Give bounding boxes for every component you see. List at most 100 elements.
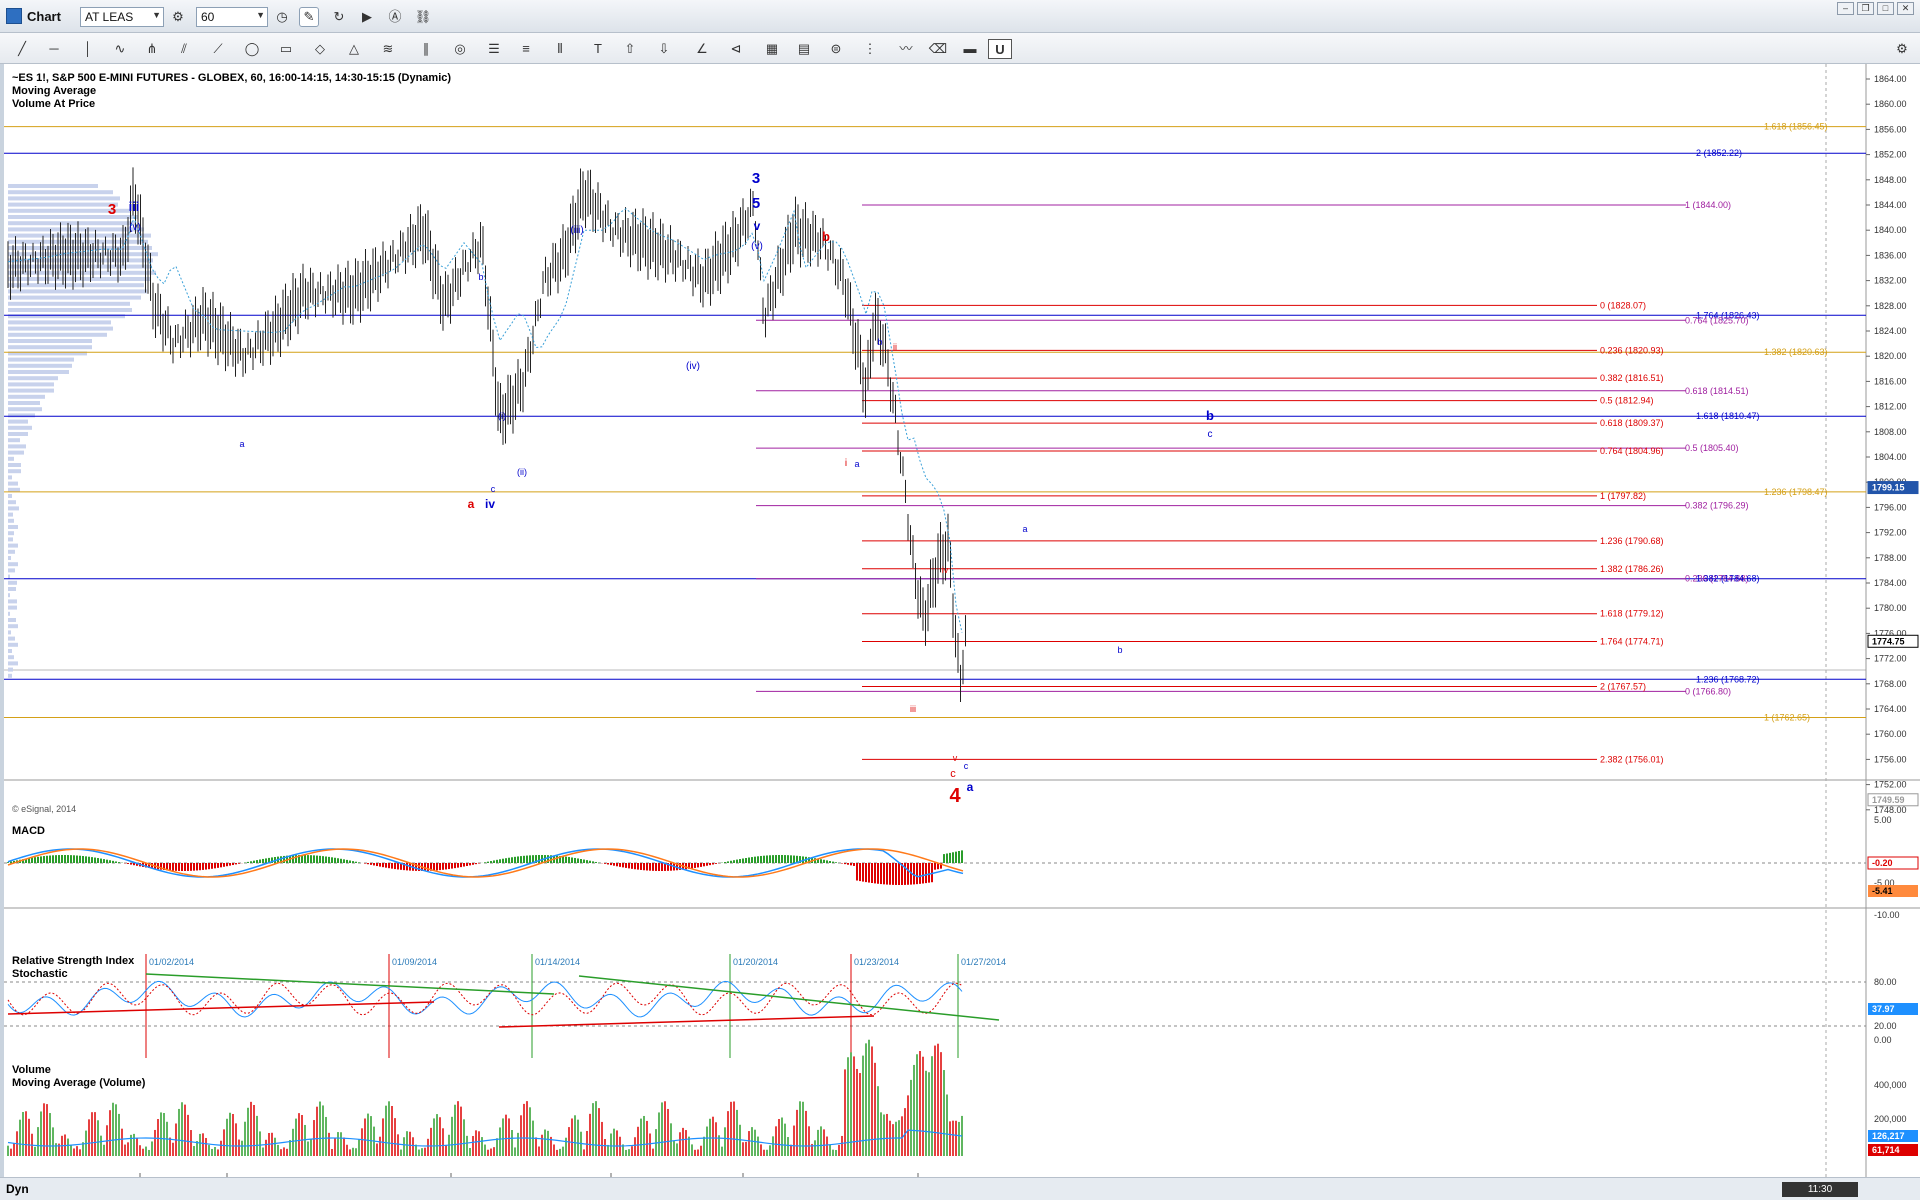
pitchfork-tool-icon[interactable]: ⋔: [140, 39, 164, 59]
arrow-up-tool-icon[interactable]: ⇧: [618, 39, 642, 59]
status-bar: Dyn 11:30 02/21/2014: [0, 1177, 1920, 1200]
refresh-icon[interactable]: ↻: [329, 7, 349, 27]
close-icon[interactable]: ✕: [1897, 2, 1914, 15]
minimize-icon[interactable]: –: [1837, 2, 1854, 15]
fib-label: 0 (1766.80): [1685, 686, 1731, 696]
eraser-icon[interactable]: ⌫: [926, 39, 950, 59]
chart-canvas[interactable]: 1864.00 1860.00 1856.00 1852.00 1848.00 1844.…: [4, 64, 1920, 1177]
price-axis-label: 1748.00: [1874, 805, 1907, 815]
trendline-tool-icon[interactable]: ╱: [10, 39, 34, 59]
volume-at-price-bar: [8, 376, 58, 381]
volume-at-price-bar: [8, 587, 16, 591]
triangle-tool-icon[interactable]: △: [342, 39, 366, 59]
time-cycles-tool-icon[interactable]: ⦀: [548, 39, 572, 59]
bars-pattern-tool-icon[interactable]: ⋮: [858, 39, 882, 59]
volume-at-price-bar: [8, 382, 54, 387]
chevron-down-icon[interactable]: ▼: [256, 10, 265, 20]
volume-title-1: Volume: [12, 1064, 51, 1076]
play-icon[interactable]: ▶: [357, 7, 377, 27]
restore-icon[interactable]: ❐: [1857, 2, 1874, 15]
wave-label: a: [967, 780, 974, 794]
fib-label: 0.764 (1804.96): [1600, 446, 1664, 456]
elliott-wave-tool-icon[interactable]: ∿: [108, 39, 132, 59]
volume-at-price-bar: [8, 357, 74, 362]
price-axis-label: 1828.00: [1874, 301, 1907, 311]
symbol-input[interactable]: AT LEAS ▼: [80, 7, 164, 27]
rsi-date-label: 01/09/2014: [392, 957, 437, 967]
diamond-tool-icon[interactable]: ◇: [308, 39, 332, 59]
volume-at-price-bar: [8, 624, 18, 629]
rsi-date-label: 01/27/2014: [961, 957, 1006, 967]
fan-tool-icon[interactable]: ⟋: [206, 39, 230, 59]
rsi-trendline: [578, 975, 1000, 1021]
wave-pattern-tool-icon[interactable]: 〰: [894, 39, 918, 59]
rsi-axis-label: 80.00: [1874, 977, 1897, 987]
volume-at-price-bar: [8, 345, 92, 350]
text-tool-icon[interactable]: T: [586, 39, 610, 59]
ellipse-tool-icon[interactable]: ◯: [240, 39, 264, 59]
wave-label: a: [239, 439, 244, 449]
arrow-down-tool-icon[interactable]: ⇩: [652, 39, 676, 59]
fib-label: 0 (1828.07): [1600, 300, 1646, 310]
volume-at-price-bar: [8, 512, 13, 517]
grid-tool-icon[interactable]: ▦: [760, 39, 784, 59]
comment-icon[interactable]: ▬: [958, 39, 982, 59]
volume-axis-label: 400,000: [1874, 1080, 1907, 1090]
fib-label: 1.236 (1768.72): [1696, 674, 1760, 684]
magnet-icon[interactable]: U: [988, 39, 1012, 59]
chart-area[interactable]: 1864.00 1860.00 1856.00 1852.00 1848.00 1844.…: [0, 64, 1920, 1200]
rsi-title: Relative Strength Index Stochastic: [12, 955, 134, 981]
volume-at-price-bar: [8, 277, 151, 281]
maximize-icon[interactable]: □: [1877, 2, 1894, 15]
volume-at-price-bar: [8, 525, 18, 529]
volume-at-price-bar: [8, 363, 72, 368]
horizontal-line-tool-icon[interactable]: ─: [42, 39, 66, 59]
volume-at-price-bar: [8, 506, 19, 511]
gann-tool-icon[interactable]: ≋: [376, 39, 400, 59]
ray-tool-icon[interactable]: ⊲: [724, 39, 748, 59]
wave-label: (i): [498, 411, 506, 421]
volume-at-price-bar: [8, 432, 28, 436]
rsi-axis-label: 20.00: [1874, 1021, 1897, 1031]
fib-extension-tool-icon[interactable]: ≡: [514, 39, 538, 59]
angle-tool-icon[interactable]: ∠: [690, 39, 714, 59]
rectangle-tool-icon[interactable]: ▭: [274, 39, 298, 59]
wave-label: b: [877, 337, 882, 347]
interval-input[interactable]: 60 ▼: [196, 7, 268, 27]
volume-at-price-bar: [8, 401, 40, 405]
price-axis-label: 1840.00: [1874, 225, 1907, 235]
pencil-icon[interactable]: ✎: [299, 7, 319, 27]
channel-tool-icon[interactable]: ⫽: [172, 39, 196, 59]
wave-label: b: [1117, 645, 1122, 655]
rsi-axis-label: 0.00: [1874, 1035, 1892, 1045]
wave-label: iii: [910, 704, 916, 714]
parallel-lines-tool-icon[interactable]: ∥: [414, 39, 438, 59]
clock-icon[interactable]: ◷: [272, 7, 292, 27]
volume-at-price-bar: [8, 190, 113, 195]
volume-at-price-bar: [8, 655, 14, 660]
settings-icon[interactable]: ⚙: [168, 7, 188, 27]
volume-at-price-bar: [8, 450, 24, 455]
wave-label: c: [950, 768, 956, 780]
volume-at-price-bar: [8, 642, 18, 647]
price-axis-label: 1848.00: [1874, 175, 1907, 185]
chevron-down-icon[interactable]: ▼: [152, 10, 161, 20]
fib-label: 1.382 (1786.26): [1600, 564, 1664, 574]
title-bar: Chart AT LEAS ▼ ⚙ 60 ▼ ◷ ✎ ↻ ▶ Ⓐ ⛓ – ❐ □…: [0, 0, 1920, 33]
price-axis-label: 1860.00: [1874, 99, 1907, 109]
vertical-line-tool-icon[interactable]: │: [76, 39, 100, 59]
mob-tool-icon[interactable]: ▤: [792, 39, 816, 59]
link-icon[interactable]: ⛓: [413, 7, 433, 27]
volume-at-price-bar: [8, 574, 10, 579]
volume-at-price-bar: [8, 494, 12, 498]
fib-retracement-tool-icon[interactable]: ☰: [482, 39, 506, 59]
volume-at-price-bar: [8, 289, 147, 294]
dyn-label[interactable]: Dyn: [6, 1182, 29, 1196]
alert-icon[interactable]: Ⓐ: [385, 7, 405, 27]
ellipse-label-tool-icon[interactable]: ⊜: [824, 39, 848, 59]
wave-label: ii: [893, 342, 897, 352]
volume-at-price-bar: [8, 537, 13, 542]
rsi-title-1: Relative Strength Index: [12, 955, 135, 967]
cycle-tool-icon[interactable]: ◎: [448, 39, 472, 59]
toolbar-settings-icon[interactable]: ⚙: [1890, 39, 1914, 59]
